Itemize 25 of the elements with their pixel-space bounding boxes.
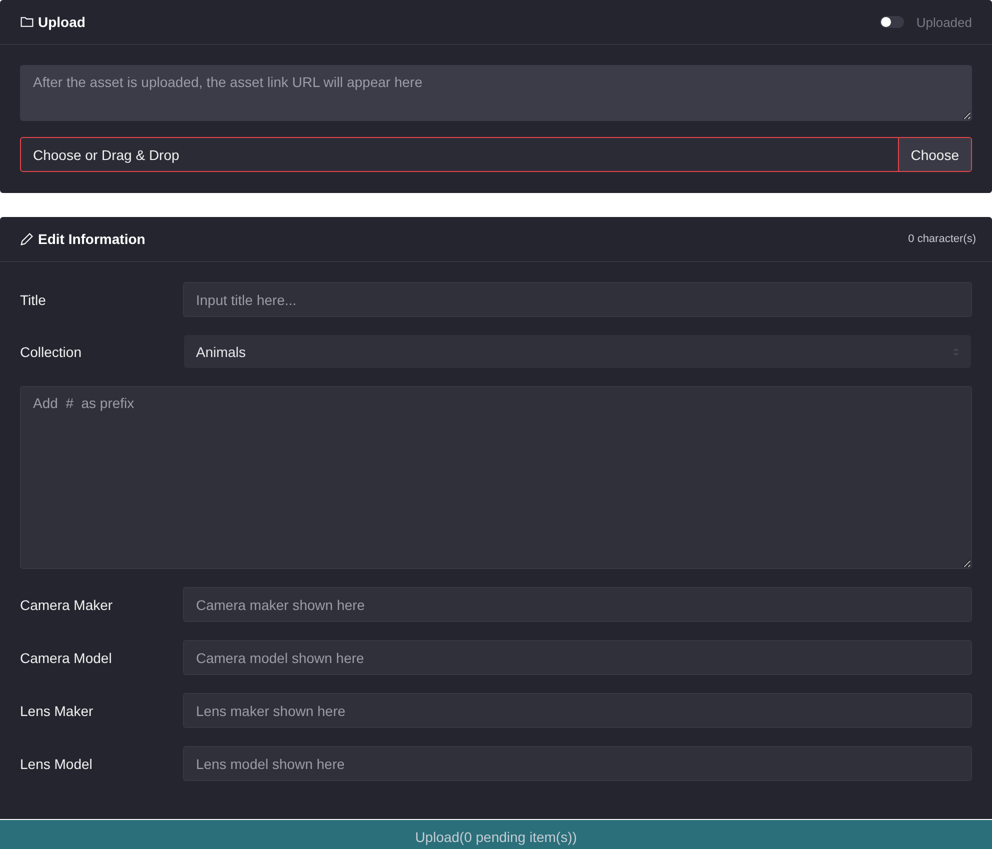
file-placeholder: Choose or Drag & Drop [32, 146, 180, 165]
field-label: Camera Maker [20, 596, 114, 612]
input-field[interactable]: Camera model shown here [183, 640, 972, 675]
collection-dropdown[interactable]: Animals [184, 335, 971, 368]
upload-button[interactable]: Upload(0 pending item(s)) [0, 820, 992, 849]
input-field[interactable]: Lens maker shown here [183, 693, 972, 728]
tags-field[interactable]: Add # as prefix [20, 386, 972, 569]
field-label: Lens Model [20, 756, 94, 772]
card-title: Edit Information [38, 231, 146, 247]
toggle-label: Uploaded [916, 14, 972, 30]
choose-button[interactable]: Choose [898, 138, 971, 171]
folder-icon [20, 15, 34, 29]
toggle-switch[interactable] [880, 16, 904, 28]
input-field[interactable]: Lens model shown here [183, 746, 972, 781]
url-field[interactable]: After the asset is uploaded, the asset link URL will appear here [20, 65, 972, 121]
field-label: Lens Maker [20, 702, 94, 718]
input-field[interactable]: Input title here... [183, 282, 972, 317]
field-label: Collection [20, 344, 82, 360]
field-label: Title [20, 292, 47, 308]
card-title: Upload [38, 14, 86, 30]
pencil-icon [20, 232, 34, 246]
field-label: Camera Model [20, 650, 113, 666]
file-picker[interactable]: Choose or Drag & Drop Choose [20, 137, 972, 172]
character-count: 0 character(s) [908, 233, 976, 245]
input-field[interactable]: Camera maker shown here [183, 587, 972, 622]
